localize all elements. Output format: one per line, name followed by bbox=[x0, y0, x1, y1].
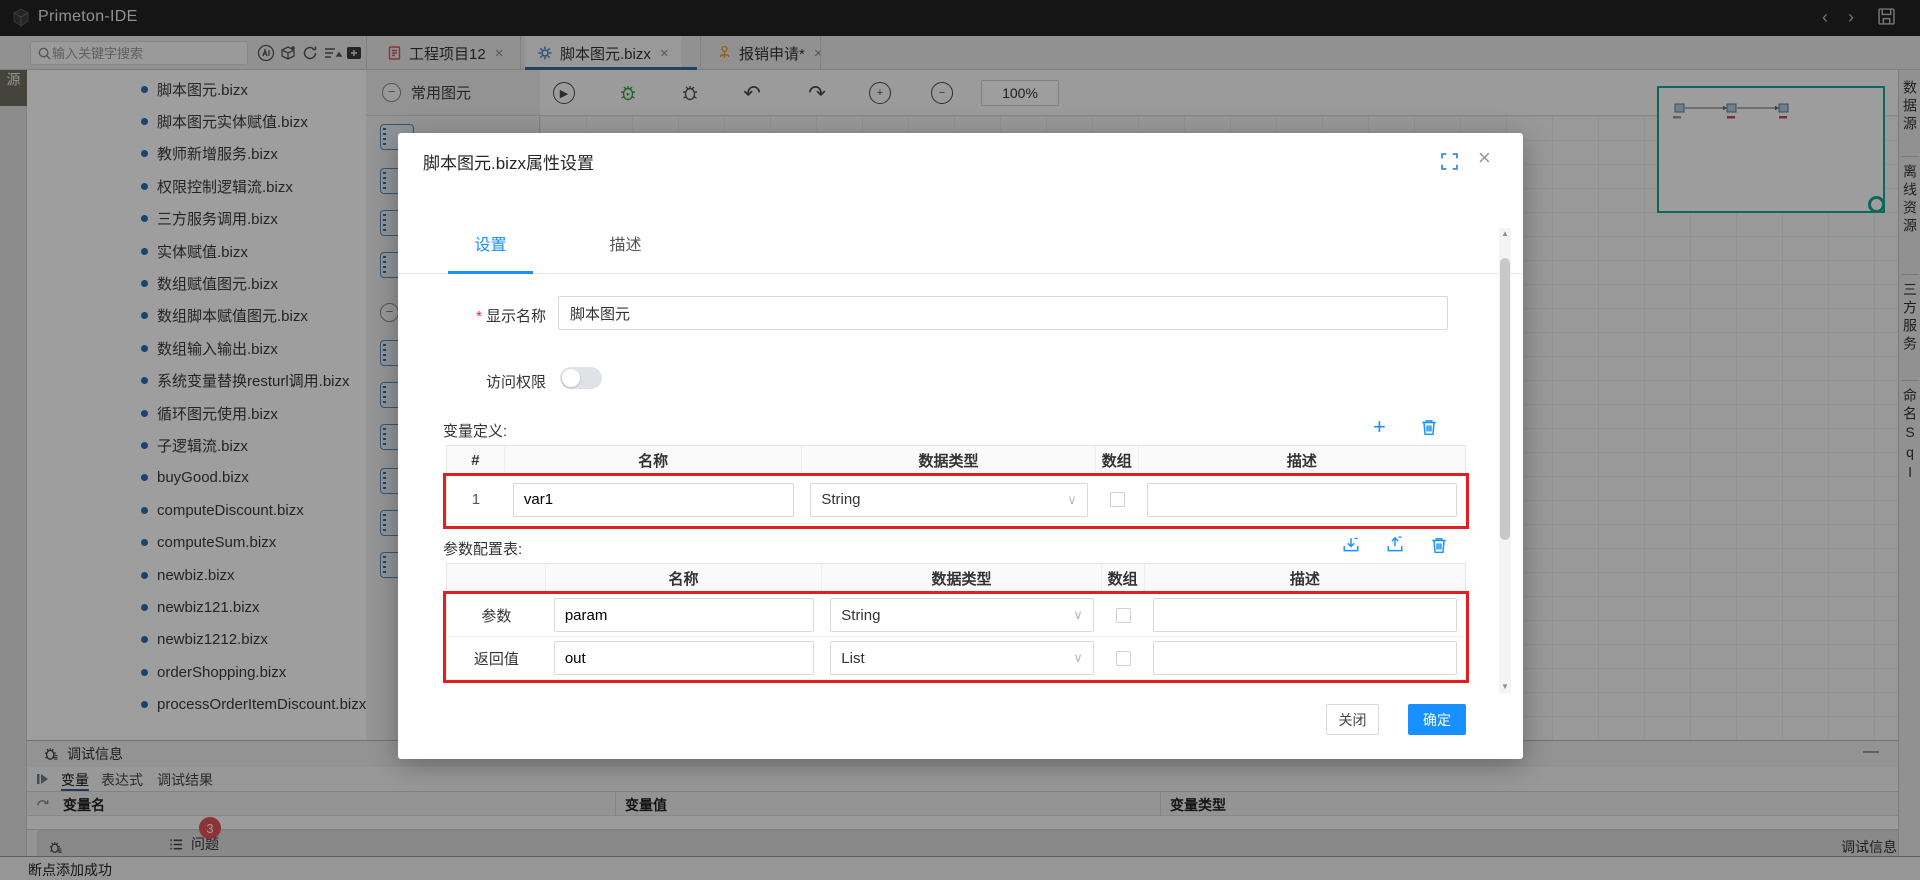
scrollbar-thumb[interactable] bbox=[1500, 258, 1510, 540]
close-button[interactable]: 关闭 bbox=[1326, 704, 1379, 735]
row-kind-label: 参数 bbox=[447, 594, 546, 636]
column-header: 描述 bbox=[1145, 564, 1465, 593]
column-header: # bbox=[447, 446, 505, 475]
properties-dialog: 脚本图元.bizx属性设置 × 设置 描述 *显示名称 访问权限 变量定义: +… bbox=[398, 133, 1523, 759]
dialog-title: 脚本图元.bizx属性设置 bbox=[423, 149, 594, 174]
delete-variable-icon[interactable] bbox=[1420, 418, 1438, 436]
column-header bbox=[447, 564, 546, 593]
access-permission-toggle[interactable] bbox=[560, 367, 602, 389]
row-index: 1 bbox=[447, 476, 505, 523]
app-window: Primeton-IDE ‹ › bbox=[0, 0, 1920, 880]
variable-array-checkbox[interactable] bbox=[1110, 492, 1125, 507]
export-params-icon[interactable] bbox=[1386, 536, 1404, 554]
return-array-checkbox[interactable] bbox=[1116, 651, 1131, 666]
dialog-tab-description[interactable]: 描述 bbox=[583, 231, 668, 267]
params-table-header: 名称 数据类型 数组 描述 bbox=[446, 563, 1466, 594]
return-desc-input[interactable] bbox=[1153, 641, 1457, 675]
display-name-input[interactable] bbox=[558, 296, 1448, 330]
scroll-up-icon[interactable]: ▲ bbox=[1499, 228, 1511, 240]
required-mark: * bbox=[476, 308, 482, 325]
row-kind-label: 返回值 bbox=[447, 637, 546, 679]
scroll-down-icon[interactable]: ▼ bbox=[1499, 681, 1511, 693]
param-array-checkbox[interactable] bbox=[1116, 608, 1131, 623]
column-header: 数组 bbox=[1102, 564, 1145, 593]
display-name-label: *显示名称 bbox=[398, 305, 546, 326]
param-name-input[interactable] bbox=[554, 598, 814, 632]
variables-section-label: 变量定义: bbox=[443, 420, 507, 441]
variable-name-input[interactable] bbox=[513, 483, 794, 517]
return-type-select[interactable]: List∨ bbox=[830, 641, 1093, 675]
chevron-down-icon: ∨ bbox=[1073, 650, 1083, 666]
chevron-down-icon: ∨ bbox=[1073, 607, 1083, 623]
param-type-select[interactable]: String∨ bbox=[830, 598, 1093, 632]
column-header: 数组 bbox=[1096, 446, 1139, 475]
add-variable-icon[interactable]: + bbox=[1373, 414, 1386, 440]
import-params-icon[interactable] bbox=[1342, 536, 1360, 554]
params-table: 名称 数据类型 数组 描述 参数 String∨ 返回值 List∨ bbox=[446, 563, 1466, 680]
column-header: 名称 bbox=[505, 446, 802, 475]
confirm-button[interactable]: 确定 bbox=[1408, 704, 1466, 735]
column-header: 数据类型 bbox=[802, 446, 1095, 475]
variables-table-header: # 名称 数据类型 数组 描述 bbox=[446, 445, 1466, 476]
column-header: 数据类型 bbox=[822, 564, 1101, 593]
toggle-knob bbox=[562, 369, 580, 387]
column-header: 名称 bbox=[546, 564, 822, 593]
dialog-tab-settings[interactable]: 设置 bbox=[448, 231, 533, 267]
chevron-down-icon: ∨ bbox=[1067, 492, 1077, 508]
table-row: 1 String∨ bbox=[446, 476, 1466, 524]
expand-icon[interactable] bbox=[1441, 153, 1458, 170]
close-icon[interactable]: × bbox=[1478, 145, 1491, 171]
variable-desc-input[interactable] bbox=[1147, 483, 1457, 517]
param-desc-input[interactable] bbox=[1153, 598, 1457, 632]
divider bbox=[398, 273, 1523, 274]
column-header: 描述 bbox=[1139, 446, 1465, 475]
params-section-label: 参数配置表: bbox=[443, 538, 522, 559]
table-row: 参数 String∨ bbox=[446, 594, 1466, 637]
variables-table: # 名称 数据类型 数组 描述 1 String∨ bbox=[446, 445, 1466, 524]
active-dialog-tab-underline bbox=[448, 271, 533, 274]
return-name-input[interactable] bbox=[554, 641, 814, 675]
variable-type-select[interactable]: String∨ bbox=[810, 483, 1087, 517]
delete-params-icon[interactable] bbox=[1430, 536, 1448, 554]
access-permission-label: 访问权限 bbox=[398, 371, 546, 392]
table-row: 返回值 List∨ bbox=[446, 637, 1466, 680]
